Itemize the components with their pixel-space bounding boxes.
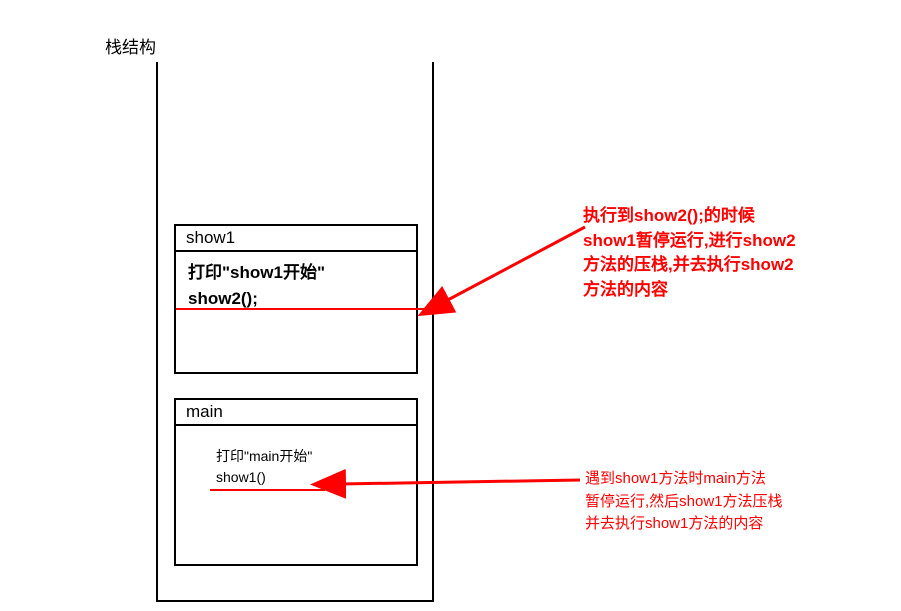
frame-body-main: 打印"main开始" show1() (176, 426, 416, 496)
frame-line: 打印"show1开始" (188, 260, 404, 286)
annotation-line: 方法的压栈,并去执行show2 (583, 253, 843, 278)
stack-frame-show1: show1 打印"show1开始" show2(); (174, 224, 418, 374)
frame-header-show1: show1 (176, 226, 416, 252)
diagram-title: 栈结构 (105, 33, 156, 58)
annotation-line: 方法的内容 (583, 278, 843, 303)
annotation-line: show1暂停运行,进行show2 (583, 229, 843, 254)
annotation-top: 执行到show2();的时候 show1暂停运行,进行show2 方法的压栈,并… (583, 204, 843, 303)
execution-pointer-show1 (176, 308, 432, 310)
stack-frame-main: main 打印"main开始" show1() (174, 398, 418, 566)
annotation-line: 遇到show1方法时main方法 (585, 468, 845, 491)
annotation-bottom: 遇到show1方法时main方法 暂停运行,然后show1方法压栈 并去执行sh… (585, 468, 845, 536)
annotation-line: 并去执行show1方法的内容 (585, 513, 845, 536)
frame-line: show1() (216, 467, 404, 488)
frame-line: 打印"main开始" (216, 446, 404, 467)
frame-header-main: main (176, 400, 416, 426)
execution-pointer-main (210, 489, 325, 491)
annotation-line: 暂停运行,然后show1方法压栈 (585, 491, 845, 514)
annotation-line: 执行到show2();的时候 (583, 204, 843, 229)
